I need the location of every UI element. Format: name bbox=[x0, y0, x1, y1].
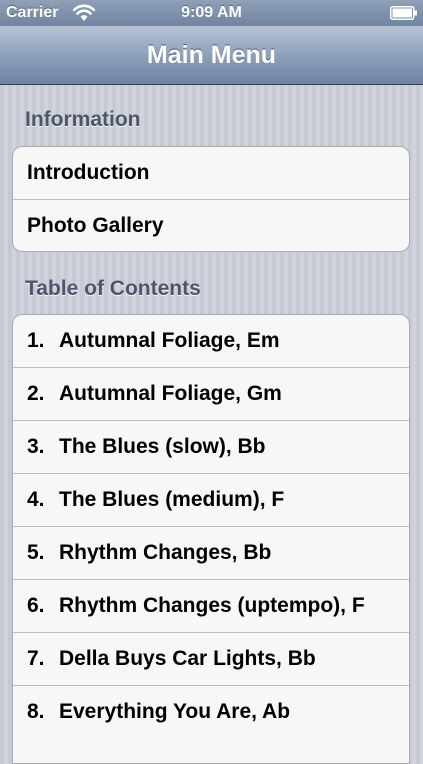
row-number: 7. bbox=[27, 647, 45, 670]
row-number: 8. bbox=[27, 700, 45, 723]
table-of-contents-table: 1. Autumnal Foliage, Em 2. Autumnal Foliag… bbox=[12, 314, 410, 764]
row-title: The Blues (medium), F bbox=[59, 488, 285, 511]
row-label: 8. Everything You Are, Ab bbox=[27, 700, 290, 724]
row-title: Rhythm Changes (uptempo), F bbox=[59, 594, 365, 617]
row-title: Autumnal Foliage, Gm bbox=[59, 382, 282, 405]
toc-row-2[interactable]: 2. Autumnal Foliage, Gm bbox=[13, 368, 409, 421]
toc-row-6[interactable]: 6. Rhythm Changes (uptempo), F bbox=[13, 580, 409, 633]
status-bar: Carrier 9:09 AM bbox=[0, 0, 423, 26]
row-title: Della Buys Car Lights, Bb bbox=[59, 647, 316, 670]
row-label: 7. Della Buys Car Lights, Bb bbox=[27, 647, 316, 671]
row-label: Photo Gallery bbox=[27, 214, 164, 237]
menu-row-photo-gallery[interactable]: Photo Gallery bbox=[13, 200, 409, 251]
toc-row-5[interactable]: 5. Rhythm Changes, Bb bbox=[13, 527, 409, 580]
toc-row-8[interactable]: 8. Everything You Are, Ab bbox=[13, 686, 409, 738]
row-label: 3. The Blues (slow), Bb bbox=[27, 435, 266, 459]
section-header-information: Information bbox=[25, 108, 141, 131]
information-table: Introduction Photo Gallery bbox=[12, 146, 410, 252]
row-number: 5. bbox=[27, 541, 45, 564]
row-label: 2. Autumnal Foliage, Gm bbox=[27, 382, 282, 406]
row-number: 1. bbox=[27, 329, 45, 352]
toc-row-3[interactable]: 3. The Blues (slow), Bb bbox=[13, 421, 409, 474]
navigation-bar: Main Menu bbox=[0, 26, 423, 85]
section-header-table-of-contents: Table of Contents bbox=[25, 277, 201, 300]
toc-row-4[interactable]: 4. The Blues (medium), F bbox=[13, 474, 409, 527]
row-label: 6. Rhythm Changes (uptempo), F bbox=[27, 594, 365, 618]
toc-row-1[interactable]: 1. Autumnal Foliage, Em bbox=[13, 315, 409, 368]
row-title: Autumnal Foliage, Em bbox=[59, 329, 280, 352]
row-title: Everything You Are, Ab bbox=[59, 700, 291, 723]
row-label: 1. Autumnal Foliage, Em bbox=[27, 329, 280, 353]
row-label: 5. Rhythm Changes, Bb bbox=[27, 541, 271, 565]
row-number: 3. bbox=[27, 435, 45, 458]
row-number: 4. bbox=[27, 488, 45, 511]
row-label: Introduction bbox=[27, 161, 150, 184]
page-title: Main Menu bbox=[146, 41, 277, 69]
menu-row-introduction[interactable]: Introduction bbox=[13, 147, 409, 200]
status-time: 9:09 AM bbox=[181, 4, 242, 21]
toc-row-7[interactable]: 7. Della Buys Car Lights, Bb bbox=[13, 633, 409, 686]
row-number: 2. bbox=[27, 382, 45, 405]
battery-icon bbox=[390, 6, 418, 20]
row-label: 4. The Blues (medium), F bbox=[27, 488, 284, 512]
row-number: 6. bbox=[27, 594, 45, 617]
row-title: The Blues (slow), Bb bbox=[59, 435, 266, 458]
row-title: Rhythm Changes, Bb bbox=[59, 541, 272, 564]
